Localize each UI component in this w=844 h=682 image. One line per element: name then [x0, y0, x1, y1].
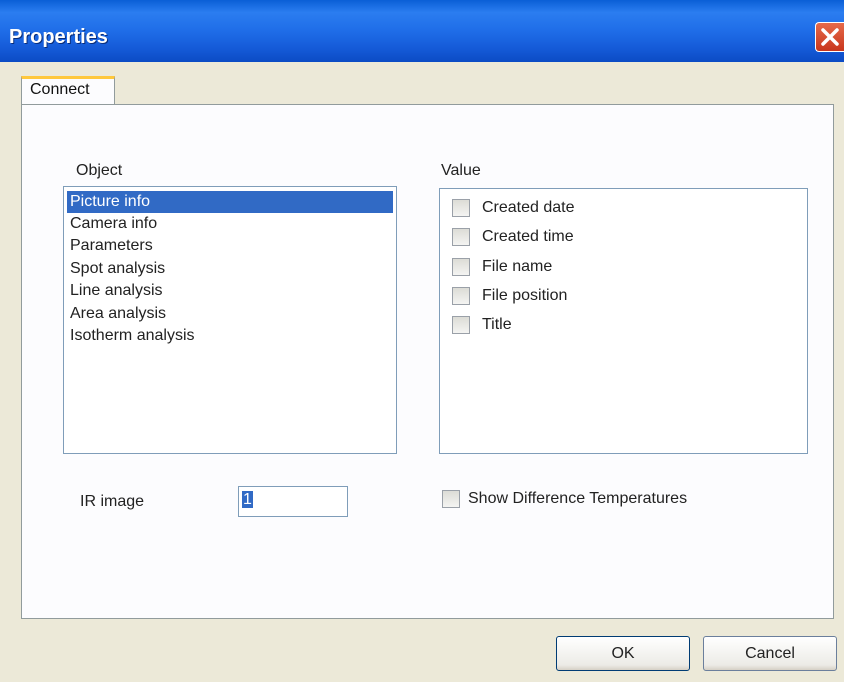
ir-image-input[interactable]: 1 [238, 486, 348, 517]
checkbox-label: Title [482, 316, 512, 333]
tab-connect[interactable]: Connect [21, 76, 115, 105]
checkbox[interactable] [452, 228, 470, 246]
close-button[interactable] [815, 22, 844, 52]
checkbox[interactable] [442, 490, 460, 508]
checkbox[interactable] [452, 258, 470, 276]
list-item[interactable]: Parameters [67, 235, 393, 257]
ir-image-value: 1 [242, 491, 253, 508]
properties-dialog: Properties Connect Object Picture info C… [0, 0, 844, 682]
checkbox-label: Created time [482, 228, 574, 245]
title-bar[interactable]: Properties [0, 0, 844, 62]
list-item[interactable]: Camera info [67, 213, 393, 235]
window-title: Properties [9, 26, 108, 48]
list-item[interactable]: Area analysis [67, 303, 393, 325]
checkbox[interactable] [452, 316, 470, 334]
close-icon [821, 28, 839, 46]
list-item[interactable]: Picture info [67, 191, 393, 213]
object-listbox[interactable]: Picture info Camera info Parameters Spot… [63, 186, 397, 454]
object-header: Object [76, 162, 123, 179]
checkbox[interactable] [452, 199, 470, 217]
checkbox-label: File name [482, 258, 553, 275]
checkbox-label: Created date [482, 199, 575, 216]
cancel-button[interactable]: Cancel [703, 636, 837, 671]
list-item[interactable]: Spot analysis [67, 258, 393, 280]
show-difference-label: Show Difference Temperatures [468, 490, 688, 507]
value-listbox[interactable]: Created date Created time File name File… [439, 188, 808, 454]
ok-button[interactable]: OK [556, 636, 690, 671]
list-item[interactable]: Isotherm analysis [67, 325, 393, 347]
checkbox-label: File position [482, 287, 568, 304]
tab-label: Connect [30, 81, 90, 98]
checkbox[interactable] [452, 287, 470, 305]
ir-image-label: IR image [80, 493, 145, 510]
value-header: Value [441, 162, 481, 179]
list-item[interactable]: Line analysis [67, 280, 393, 302]
